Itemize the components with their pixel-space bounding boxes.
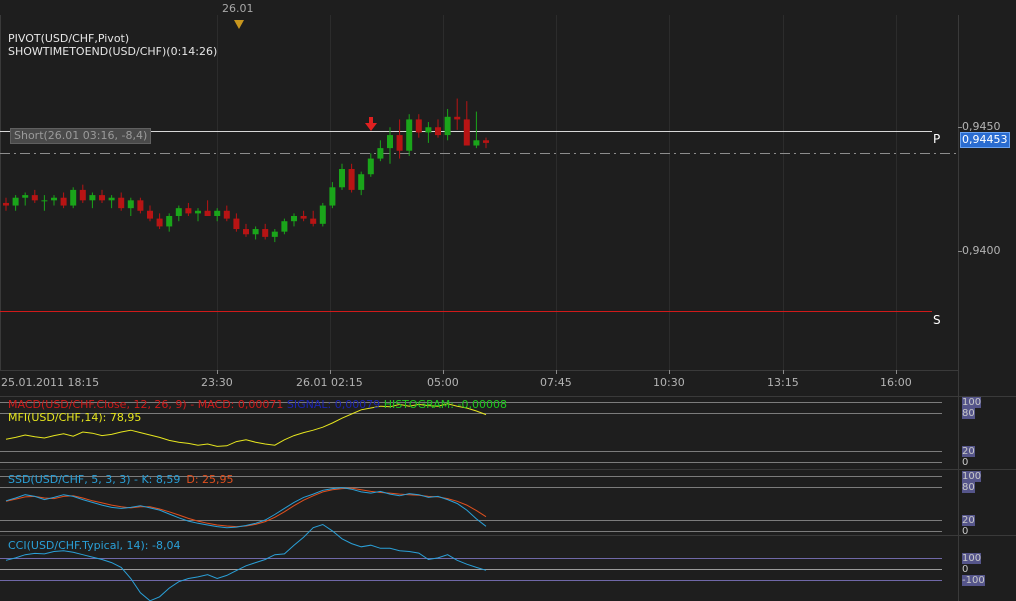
candle-body bbox=[156, 218, 163, 227]
candle-body bbox=[243, 229, 249, 235]
candle-body bbox=[425, 127, 432, 133]
time-label: 25.01.2011 18:15 bbox=[1, 376, 100, 389]
time-label: 05:00 bbox=[427, 376, 459, 389]
candle-body bbox=[99, 195, 105, 201]
cci-tick-0: 0 bbox=[962, 564, 969, 575]
candle-body bbox=[339, 169, 345, 188]
candle-body bbox=[185, 208, 192, 214]
candle-body bbox=[60, 197, 67, 206]
time-label: 26.01 02:15 bbox=[296, 376, 363, 389]
candle-body bbox=[444, 116, 451, 136]
candle-body bbox=[233, 218, 240, 230]
macd-tick-80: 80 bbox=[962, 408, 975, 419]
ssd-k-line bbox=[5, 487, 487, 529]
sell-signal-arrow-icon bbox=[365, 117, 377, 131]
ssd-tick-80: 80 bbox=[962, 482, 975, 493]
candle-body bbox=[31, 195, 38, 201]
candle-body bbox=[204, 210, 211, 216]
macd-legend: MACD(USD/CHF.Close, 12, 26, 9) - MACD: 0… bbox=[8, 399, 507, 411]
candle-body bbox=[310, 218, 317, 224]
candle-body bbox=[195, 210, 201, 214]
candle-body bbox=[454, 116, 461, 120]
ssd-tick-20: 20 bbox=[962, 515, 975, 526]
candle-body bbox=[137, 200, 144, 211]
time-label: 10:30 bbox=[653, 376, 685, 389]
ssd-tick-0: 0 bbox=[962, 526, 969, 537]
candle-body bbox=[223, 210, 230, 219]
candle-body bbox=[271, 231, 278, 237]
time-label: 23:30 bbox=[201, 376, 233, 389]
cci-legend: CCI(USD/CHF.Typical, 14): -8,04 bbox=[8, 539, 181, 552]
pivot-title: PIVOT(USD/CHF,Pivot) bbox=[8, 32, 130, 45]
macd-legend-prefix: MACD(USD/CHF.Close, 12, 26, 9) - bbox=[8, 398, 198, 411]
ssd-legend-prefix: SSD(USD/CHF, 5, 3, 3) - bbox=[8, 473, 142, 486]
candle-body bbox=[22, 195, 29, 198]
candle-body bbox=[147, 210, 153, 219]
candle-body bbox=[70, 189, 77, 206]
candle-body bbox=[300, 215, 307, 219]
candle-series bbox=[3, 98, 489, 243]
candle-body bbox=[89, 195, 96, 201]
date-marker-icon bbox=[234, 20, 244, 29]
ssd-legend-d: D: 25,95 bbox=[186, 473, 234, 486]
macd-tick-0: 0 bbox=[962, 457, 969, 468]
cci-tick-100: 100 bbox=[962, 553, 982, 564]
candle-body bbox=[175, 208, 182, 216]
date-marker-label: 26.01 bbox=[222, 2, 254, 15]
candle-body bbox=[3, 202, 9, 206]
macd-tick-20: 20 bbox=[962, 446, 975, 457]
candle-body bbox=[329, 187, 336, 206]
candle-body bbox=[435, 127, 441, 136]
macd-legend-signal: SIGNAL: 0,00079 bbox=[286, 398, 381, 411]
ssd-legend-k: K: 8,59 bbox=[141, 473, 181, 486]
ssd-legend: SSD(USD/CHF, 5, 3, 3) - K: 8,59 D: 25,95 bbox=[8, 474, 234, 486]
candle-body bbox=[166, 215, 173, 227]
time-label: 07:45 bbox=[540, 376, 572, 389]
candle-body bbox=[406, 119, 413, 151]
candle-body bbox=[262, 229, 269, 237]
current-price-badge: 0,94453 bbox=[960, 132, 1010, 148]
candle-body bbox=[41, 200, 48, 202]
price-tick-label: 0,9400 bbox=[962, 244, 1001, 257]
candle-body bbox=[348, 169, 355, 190]
candle-body bbox=[473, 140, 480, 146]
candle-body bbox=[396, 135, 403, 151]
candle-body bbox=[79, 189, 86, 201]
candle-body bbox=[214, 210, 221, 216]
macd-legend-histogram: HISTOGRAM: -0,00008 bbox=[383, 398, 507, 411]
candle-body bbox=[252, 229, 259, 235]
time-label: 13:15 bbox=[767, 376, 799, 389]
trade-label[interactable]: Short(26.01 03:16, -8,4) bbox=[10, 128, 152, 144]
cci-tick-minus-100: -100 bbox=[962, 575, 985, 586]
ssd-tick-100: 100 bbox=[962, 471, 982, 482]
candle-body bbox=[319, 205, 326, 224]
macd-legend-value: MACD: 0,00071 bbox=[197, 398, 284, 411]
candle-body bbox=[377, 148, 384, 159]
candle-body bbox=[51, 197, 57, 201]
mfi-legend: MFI(USD/CHF,14): 78,95 bbox=[8, 411, 142, 424]
pivot-s-label: S bbox=[933, 313, 941, 327]
candle-body bbox=[358, 174, 365, 190]
time-label: 16:00 bbox=[880, 376, 912, 389]
candle-body bbox=[281, 221, 288, 232]
candle-body bbox=[387, 135, 393, 149]
candle-body bbox=[118, 197, 125, 209]
candle-body bbox=[12, 197, 19, 206]
macd-tick-100: 100 bbox=[962, 397, 982, 408]
chart-area[interactable] bbox=[0, 0, 1016, 601]
candle-body bbox=[367, 158, 374, 175]
candle-body bbox=[127, 200, 134, 209]
candle-body bbox=[463, 119, 470, 146]
candle-body bbox=[108, 197, 115, 201]
time-to-end-title: SHOWTIMETOEND(USD/CHF)(0:14:26) bbox=[8, 45, 218, 58]
candle-body bbox=[291, 215, 297, 222]
candle-body bbox=[415, 119, 422, 133]
pivot-p-label: P bbox=[933, 132, 941, 146]
candle-body bbox=[483, 140, 489, 143]
